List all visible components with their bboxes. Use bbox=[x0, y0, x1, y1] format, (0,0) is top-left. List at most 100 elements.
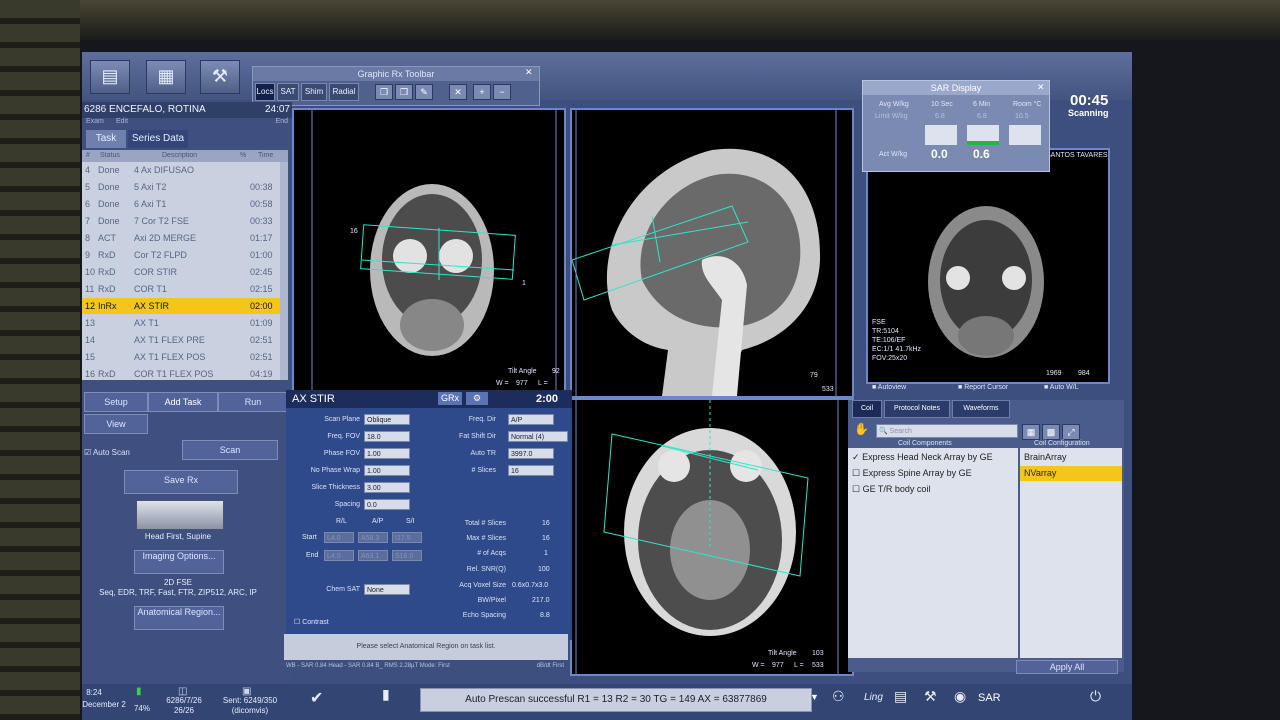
tab-waveforms[interactable]: Waveforms bbox=[952, 400, 1010, 418]
task-num: 13 bbox=[85, 318, 96, 328]
task-row[interactable]: 15 AX T1 FLEX POS 02:51 bbox=[82, 349, 282, 365]
task-row[interactable]: 11 RxD COR T1 02:15 bbox=[82, 281, 282, 297]
previous-image-viewport[interactable]: SANTOS TAVARES FSE TR:5104 TE:106/EF EC:… bbox=[866, 148, 1110, 384]
sar-col-10sec: 10 Sec bbox=[931, 101, 953, 108]
spacing-select[interactable]: 0.0 bbox=[364, 499, 410, 510]
coronal-viewport[interactable]: 16 1 Tilt Angle 92 W = 977 L = bbox=[292, 108, 566, 392]
prev-l-value: 984 bbox=[1078, 370, 1090, 377]
sar-close-icon[interactable]: ✕ bbox=[1037, 82, 1045, 93]
patient-position-icon[interactable] bbox=[136, 500, 224, 530]
protocol-icon[interactable]: ▦ bbox=[146, 60, 186, 94]
freq-dir-select[interactable]: A/P bbox=[508, 414, 554, 425]
slice-thickness-select[interactable]: 3.00 bbox=[364, 482, 410, 493]
coil-config-item-selected[interactable]: NVarray bbox=[1020, 466, 1122, 481]
apply-all-button[interactable]: Apply All bbox=[1016, 660, 1118, 674]
coil-config-item[interactable]: BrainArray bbox=[1020, 450, 1122, 465]
start-si-field[interactable]: I17.5 bbox=[392, 532, 422, 543]
tab-shim[interactable]: Shim bbox=[301, 83, 327, 101]
autoview-checkbox[interactable]: ■ Autoview bbox=[872, 384, 906, 391]
tab-task[interactable]: Task bbox=[86, 130, 126, 148]
tab-locs[interactable]: Locs bbox=[255, 83, 275, 101]
close-icon[interactable]: ✕ bbox=[525, 67, 537, 79]
coil-item[interactable]: ☐ GE T/R body coil bbox=[852, 482, 930, 497]
task-row[interactable]: 10 RxD COR STIR 02:45 bbox=[82, 264, 282, 280]
task-scrollbar[interactable] bbox=[280, 162, 288, 380]
layout-icon[interactable]: ▦ bbox=[1022, 424, 1040, 440]
no-phase-wrap-select[interactable]: 1.00 bbox=[364, 465, 410, 476]
add-task-button[interactable]: Add Task bbox=[148, 392, 218, 412]
report-cursor-checkbox[interactable]: ■ Report Cursor bbox=[958, 384, 1008, 391]
end-rl-field[interactable]: L4.0 bbox=[324, 550, 354, 561]
tools-bottom-icon[interactable]: ⚒ bbox=[924, 688, 937, 705]
end-ap-field[interactable]: A63.1 bbox=[358, 550, 388, 561]
bw-value: 217.0 bbox=[532, 597, 550, 604]
sagittal-viewport[interactable]: 79 533 bbox=[570, 108, 854, 398]
task-time: 04:19 bbox=[250, 369, 273, 379]
auto-tr-select[interactable]: 3997.0 bbox=[508, 448, 554, 459]
sar-status-line: WB - SAR 0.84 Head - SAR 0.84 B_ RMS 2.2… bbox=[284, 660, 568, 672]
zoom-out-icon[interactable]: − bbox=[493, 84, 511, 100]
grx-button[interactable]: GRx bbox=[438, 392, 462, 405]
run-button[interactable]: Run bbox=[218, 392, 288, 412]
paste-icon[interactable]: ❒ bbox=[395, 84, 413, 100]
copy-icon[interactable]: ❐ bbox=[375, 84, 393, 100]
tab-radial[interactable]: Radial bbox=[329, 83, 359, 101]
task-row[interactable]: 12 InRx AX STIR 02:00 bbox=[82, 298, 282, 314]
save-rx-button[interactable]: Save Rx bbox=[124, 470, 238, 494]
pen-icon[interactable]: ✎ bbox=[415, 84, 433, 100]
slices-field[interactable]: 16 bbox=[508, 465, 554, 476]
contrast-checkbox[interactable]: ☐ Contrast bbox=[294, 618, 329, 626]
chem-sat-select[interactable]: None bbox=[364, 584, 410, 595]
task-row[interactable]: 14 AX T1 FLEX PRE 02:51 bbox=[82, 332, 282, 348]
menu-exam[interactable]: Exam bbox=[86, 118, 104, 125]
scan-button[interactable]: Scan bbox=[182, 440, 278, 460]
zoom-in-icon[interactable]: + bbox=[473, 84, 491, 100]
tab-coil[interactable]: Coil bbox=[852, 400, 882, 418]
power-icon[interactable]: ⏻ bbox=[1090, 688, 1101, 705]
task-row[interactable]: 5 Done 5 Axi T2 00:38 bbox=[82, 179, 282, 195]
ling-icon[interactable]: Ling bbox=[864, 692, 883, 703]
people-icon[interactable]: ⚇ bbox=[832, 688, 845, 705]
phase-fov-select[interactable]: 1.00 bbox=[364, 448, 410, 459]
grx-tools-icon[interactable]: ⚙ bbox=[466, 392, 488, 405]
task-row[interactable]: 9 RxD Cor T2 FLPD 01:00 bbox=[82, 247, 282, 263]
scanner-icon[interactable]: ▤ bbox=[90, 60, 130, 94]
start-rl-field[interactable]: L4.0 bbox=[324, 532, 354, 543]
task-time: 02:15 bbox=[250, 284, 273, 294]
start-ap-field[interactable]: A58.3 bbox=[358, 532, 388, 543]
task-row[interactable]: 6 Done 6 Axi T1 00:58 bbox=[82, 196, 282, 212]
check-icon[interactable]: ✔ bbox=[310, 688, 323, 708]
auto-wl-checkbox[interactable]: ■ Auto W/L bbox=[1044, 384, 1079, 391]
anatomical-region-button[interactable]: Anatomical Region... bbox=[134, 606, 224, 630]
prescan-dropdown-icon[interactable]: ▼ bbox=[810, 692, 819, 702]
freq-fov-select[interactable]: 18.0 bbox=[364, 431, 410, 442]
scan-plane-select[interactable]: Oblique bbox=[364, 414, 410, 425]
tools-icon[interactable]: ⚒ bbox=[200, 60, 240, 94]
expand-icon[interactable]: ⤢ bbox=[1062, 424, 1080, 440]
task-row[interactable]: 13 AX T1 01:09 bbox=[82, 315, 282, 331]
axial-viewport[interactable]: Tilt Angle 103 W = 977 L = 533 bbox=[570, 398, 854, 676]
imaging-options-button[interactable]: Imaging Options... bbox=[134, 550, 224, 574]
hand-icon[interactable]: ✋ bbox=[854, 422, 869, 438]
menu-edit[interactable]: Edit bbox=[116, 118, 128, 125]
mouse-icon[interactable]: ◉ bbox=[954, 688, 966, 705]
end-si-field[interactable]: S16.0 bbox=[392, 550, 422, 561]
coil-item[interactable]: ☐ Express Spine Array by GE bbox=[852, 466, 972, 481]
setup-button[interactable]: Setup bbox=[84, 392, 148, 412]
delete-icon[interactable]: ✕ bbox=[449, 84, 467, 100]
view-button[interactable]: View bbox=[84, 414, 148, 434]
tab-sat[interactable]: SAT bbox=[277, 83, 299, 101]
grid-icon[interactable]: ▩ bbox=[1042, 424, 1060, 440]
tab-series-data[interactable]: Series Data bbox=[128, 130, 188, 148]
task-row[interactable]: 8 ACT Axi 2D MERGE 01:17 bbox=[82, 230, 282, 246]
task-row[interactable]: 16 RxD COR T1 FLEX POS 04:19 bbox=[82, 366, 282, 382]
task-row[interactable]: 4 Done 4 Ax DIFUSAO bbox=[82, 162, 282, 178]
tab-protocol-notes[interactable]: Protocol Notes bbox=[884, 400, 950, 418]
task-row[interactable]: 7 Done 7 Cor T2 FSE 00:33 bbox=[82, 213, 282, 229]
end-button[interactable]: End bbox=[276, 118, 288, 125]
coil-search-input[interactable]: 🔍 Search bbox=[876, 424, 1018, 438]
auto-scan-checkbox[interactable]: ☑ Auto Scan bbox=[84, 448, 130, 457]
fat-shift-select[interactable]: Normal (4) bbox=[508, 431, 568, 442]
coil-item[interactable]: ✓ Express Head Neck Array by GE bbox=[852, 450, 993, 465]
notepad-icon[interactable]: ▤ bbox=[894, 688, 907, 705]
